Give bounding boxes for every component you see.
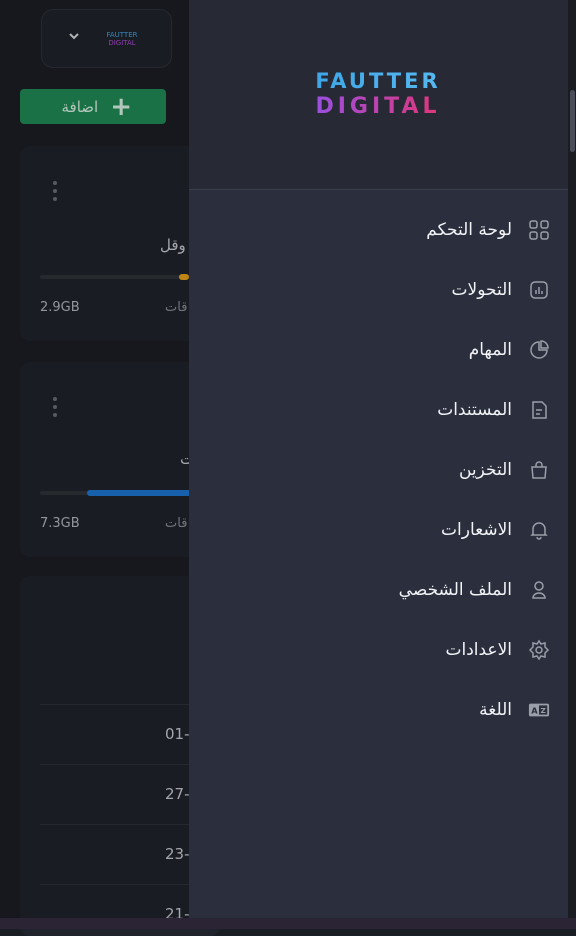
navigation-drawer: FAUTTER DIGITAL لوحة التحكم التحولات الم… [189, 0, 568, 918]
menu-item-notifications[interactable]: الاشعارات [189, 500, 568, 560]
menu-item-dashboard[interactable]: لوحة التحكم [189, 200, 568, 260]
bag-icon [528, 459, 550, 481]
menu-item-label: اللغة [479, 700, 512, 720]
translate-icon: AZ [528, 699, 550, 721]
gear-icon [528, 639, 550, 661]
scrollbar-thumb[interactable] [570, 90, 575, 152]
chart-icon [528, 279, 550, 301]
logo-line1: FAUTTER [315, 69, 440, 93]
menu-item-label: الاشعارات [441, 520, 512, 540]
menu-item-label: لوحة التحكم [426, 220, 512, 240]
logo-line2: DIGITAL [315, 94, 440, 116]
document-icon [528, 399, 550, 421]
menu-item-language[interactable]: اللغة AZ [189, 680, 568, 740]
menu-item-transactions[interactable]: التحولات [189, 260, 568, 320]
drawer-header: FAUTTER DIGITAL [189, 0, 568, 190]
svg-text:A: A [531, 706, 538, 716]
user-icon [528, 579, 550, 601]
scrollbar[interactable] [568, 0, 576, 918]
menu-item-label: التخزين [458, 460, 512, 480]
menu-item-storage[interactable]: التخزين [189, 440, 568, 500]
brand-logo: FAUTTER DIGITAL [315, 69, 440, 116]
bell-icon [528, 519, 550, 541]
menu-item-label: المهام [468, 340, 512, 360]
menu-item-profile[interactable]: الملف الشخصي [189, 560, 568, 620]
dashboard-icon [528, 219, 550, 241]
bottom-bar [0, 918, 576, 929]
menu-item-label: التحولات [451, 280, 513, 300]
menu-item-label: الاعدادات [445, 640, 512, 660]
pie-chart-icon [528, 339, 550, 361]
menu-item-settings[interactable]: الاعدادات [189, 620, 568, 680]
menu-item-label: الملف الشخصي [398, 580, 512, 600]
menu-item-tasks[interactable]: المهام [189, 320, 568, 380]
menu-item-documents[interactable]: المستندات [189, 380, 568, 440]
svg-text:Z: Z [540, 706, 545, 715]
menu-item-label: المستندات [437, 400, 512, 420]
